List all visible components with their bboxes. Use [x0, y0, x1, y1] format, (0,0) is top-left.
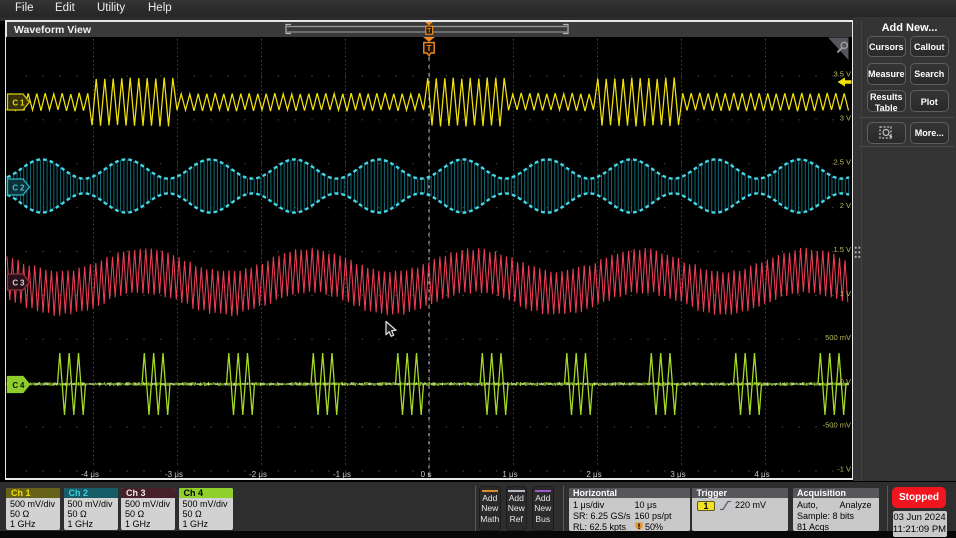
svg-text:0 s: 0 s: [421, 470, 432, 478]
svg-text:C: C: [12, 99, 18, 108]
svg-text:2: 2: [20, 184, 25, 193]
svg-text:-4 μs: -4 μs: [81, 470, 99, 478]
svg-text:4: 4: [20, 381, 25, 390]
svg-text:C: C: [12, 279, 18, 288]
svg-text:-500 mV: -500 mV: [823, 421, 851, 430]
svg-text:T: T: [426, 43, 432, 53]
svg-text:3.5 V: 3.5 V: [833, 70, 851, 79]
svg-text:T: T: [427, 28, 431, 35]
svg-text:1 V: 1 V: [840, 289, 851, 298]
svg-text:-3 μs: -3 μs: [165, 470, 183, 478]
svg-text:3 μs: 3 μs: [670, 470, 685, 478]
svg-text:1: 1: [20, 99, 25, 108]
svg-text:-1 V: -1 V: [837, 465, 851, 474]
svg-text:-1 μs: -1 μs: [333, 470, 351, 478]
svg-text:2.5 V: 2.5 V: [833, 157, 851, 166]
svg-text:500 mV: 500 mV: [825, 333, 851, 342]
svg-text:C: C: [12, 381, 18, 390]
svg-text:4 μs: 4 μs: [754, 470, 769, 478]
svg-text:2 μs: 2 μs: [586, 470, 601, 478]
svg-text:C: C: [12, 184, 18, 193]
svg-text:3 V: 3 V: [840, 113, 851, 122]
svg-text:2 V: 2 V: [840, 201, 851, 210]
svg-text:0 V: 0 V: [840, 377, 851, 386]
svg-text:-2 μs: -2 μs: [249, 470, 267, 478]
svg-text:1.5 V: 1.5 V: [833, 245, 851, 254]
svg-text:3: 3: [20, 279, 25, 288]
svg-text:1 μs: 1 μs: [502, 470, 517, 478]
